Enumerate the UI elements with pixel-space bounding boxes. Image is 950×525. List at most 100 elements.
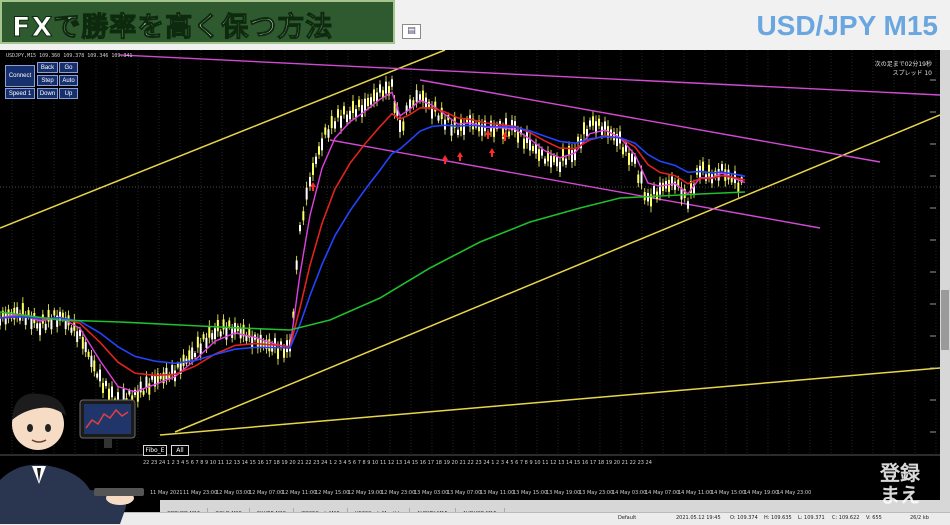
candle-body (321, 138, 323, 151)
candle-body (228, 320, 231, 327)
candle-body (318, 146, 320, 155)
vertical-scrollbar[interactable] (940, 50, 950, 512)
candle-body (553, 156, 555, 163)
candle-body (457, 129, 459, 135)
candle-body (541, 149, 543, 156)
candle-body (346, 114, 348, 122)
date-axis-label: 13 May 15:00 (513, 490, 548, 496)
candle-body (571, 150, 573, 163)
candle-body (640, 171, 643, 184)
candle-body (39, 323, 41, 336)
candle-body (592, 116, 594, 126)
trend-line (159, 367, 940, 436)
connect-button[interactable]: Connect (5, 65, 35, 87)
candle-body (81, 337, 84, 349)
candle-body (309, 177, 311, 187)
status-traffic: 26/2 kb (910, 515, 929, 521)
status-profile: Default (618, 515, 637, 521)
auto-button[interactable]: Auto (59, 75, 78, 86)
status-open: O: 109.374 (730, 515, 758, 521)
candle-body (737, 182, 740, 193)
date-axis-label: 13 May 19:00 (546, 490, 581, 496)
candle-body (586, 128, 588, 137)
candle-body (598, 118, 600, 126)
candle-body (305, 187, 308, 200)
candle-body (84, 342, 87, 353)
candle-body (196, 336, 199, 348)
go-button[interactable]: Go (59, 62, 78, 73)
candle-body (399, 120, 401, 132)
candle-body (340, 115, 342, 128)
back-button[interactable]: Back (37, 62, 58, 73)
candle-body (727, 169, 730, 180)
scroll-thumb[interactable] (941, 290, 949, 350)
candle-body (315, 156, 317, 164)
date-axis-label: 12 May 15:00 (315, 490, 350, 496)
candle-body (508, 131, 510, 137)
candle-body (208, 325, 211, 338)
date-axis-label: 14 May 11:00 (678, 490, 713, 496)
candle-body (349, 110, 351, 120)
next-bar-timer: 次の足まで02分19秒 (874, 61, 932, 68)
candle-body (589, 120, 591, 127)
candle-body (191, 347, 194, 360)
candle-body (628, 152, 630, 165)
candle-body (502, 127, 504, 139)
title-banner: FXで勝率を高く保つ方法 (0, 0, 395, 44)
step-button[interactable]: Step (37, 75, 58, 86)
toolbar-chart-icon[interactable]: ▤ (402, 24, 421, 39)
candle-body (364, 98, 366, 111)
down-button[interactable]: Down (37, 88, 58, 99)
candle-body (460, 119, 462, 131)
candle-body (295, 260, 298, 270)
date-axis-label: 12 May 19:00 (348, 490, 383, 496)
date-axis-label: 12 May 23:00 (381, 490, 416, 496)
candle-body (50, 319, 53, 330)
date-axis-label: 14 May 19:00 (744, 490, 779, 496)
candle-body (352, 101, 354, 114)
candle-body (544, 158, 546, 164)
candle-body (437, 115, 440, 121)
candle-body (668, 179, 670, 192)
date-axis-label: 13 May 23:00 (579, 490, 614, 496)
candle-body (402, 121, 405, 131)
candle-body (583, 122, 585, 135)
spread-value: スプレッド 10 (892, 70, 932, 77)
candle-body (529, 139, 531, 151)
candle-body (96, 373, 99, 378)
status-volume: V: 655 (866, 515, 882, 521)
candle-body (355, 109, 357, 118)
signal-arrow-icon (442, 155, 448, 164)
fibo-all-button[interactable]: All (171, 445, 189, 456)
candle-body (312, 163, 314, 175)
candle-body (385, 81, 387, 94)
status-low: L: 109.371 (798, 515, 825, 521)
up-button[interactable]: Up (59, 88, 78, 99)
candle-body (225, 327, 228, 340)
candle-body (662, 182, 664, 191)
candle-body (574, 148, 576, 161)
date-axis-label: 14 May 03:00 (612, 490, 647, 496)
candle-body (36, 323, 39, 329)
candle-body (93, 360, 96, 372)
candle-body (90, 355, 93, 367)
banner-title: FXで勝率を高く保つ方法 (11, 12, 334, 44)
date-axis-label: 14 May 23:00 (777, 490, 812, 496)
candle-body (622, 147, 624, 155)
speed-button[interactable]: Speed 1 (5, 88, 35, 99)
date-axis-label: 14 May 15:00 (711, 490, 746, 496)
candle-body (358, 99, 360, 108)
candle-body (280, 341, 282, 348)
candle-body (70, 327, 73, 333)
candle-body (87, 351, 90, 357)
candle-body (165, 367, 168, 380)
chart-tabs: GBPUSD,M15GOLD,M15SILVER,M15JP225Cash,M1… (160, 500, 940, 520)
ma-line-green (0, 191, 746, 331)
signal-arrow-icon (457, 152, 463, 161)
candle-body (327, 129, 330, 138)
candle-body (659, 182, 661, 195)
bar-timer-info: 次の足まで02分19秒 スプレッド 10 (875, 60, 932, 78)
candle-body (324, 127, 327, 135)
channel-line (419, 79, 881, 163)
hour-ruler: 22 23 24 1 2 3 4 5 6 7 8 9 10 11 12 13 1… (143, 460, 652, 466)
